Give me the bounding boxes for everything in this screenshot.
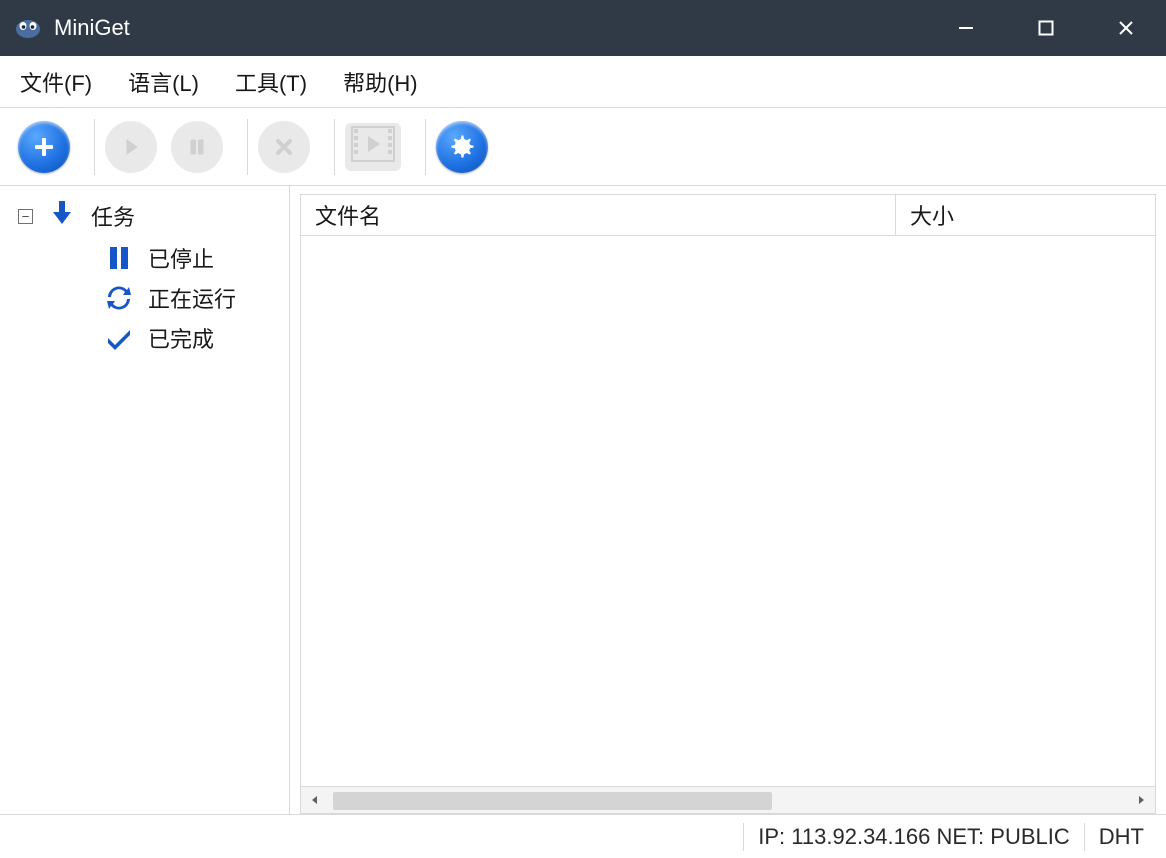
menu-help[interactable]: 帮助(H) xyxy=(343,66,418,98)
status-bar: IP: 113.92.34.166 NET: PUBLIC DHT xyxy=(0,814,1166,858)
pause-icon xyxy=(104,245,134,271)
tree-root-label: 任务 xyxy=(91,200,135,232)
minimize-button[interactable] xyxy=(926,0,1006,56)
ip-value: 113.92.34.166 xyxy=(791,824,930,849)
column-size[interactable]: 大小 xyxy=(896,195,1155,235)
content-area: − 任务 已停止 正在运行 已 xyxy=(0,186,1166,814)
net-value: PUBLIC xyxy=(990,824,1069,849)
window-controls xyxy=(926,0,1166,56)
download-arrow-icon xyxy=(47,198,77,234)
task-list-panel: 文件名 大小 xyxy=(290,186,1166,814)
film-icon xyxy=(351,126,395,167)
close-button[interactable] xyxy=(1086,0,1166,56)
menu-file[interactable]: 文件(F) xyxy=(20,66,92,98)
tree-item-running[interactable]: 正在运行 xyxy=(104,278,289,318)
toolbar-separator xyxy=(94,119,95,175)
statusbar-separator xyxy=(1084,823,1085,851)
toolbar-separator xyxy=(425,119,426,175)
tree-item-label: 已完成 xyxy=(148,322,214,354)
toolbar-separator xyxy=(247,119,248,175)
window-title: MiniGet xyxy=(54,15,130,41)
toolbar xyxy=(0,108,1166,186)
status-dht: DHT xyxy=(1099,824,1144,850)
play-icon xyxy=(120,136,142,158)
pause-button[interactable] xyxy=(171,121,223,173)
collapse-icon[interactable]: − xyxy=(18,209,33,224)
refresh-icon xyxy=(104,285,134,311)
scroll-right-button[interactable] xyxy=(1127,787,1155,813)
maximize-button[interactable] xyxy=(1006,0,1086,56)
x-icon xyxy=(273,136,295,158)
cancel-button[interactable] xyxy=(258,121,310,173)
tree-item-completed[interactable]: 已完成 xyxy=(104,318,289,358)
video-preview-button[interactable] xyxy=(345,123,401,171)
tree-item-label: 已停止 xyxy=(148,242,214,274)
check-icon xyxy=(104,326,134,350)
menu-tools[interactable]: 工具(T) xyxy=(235,66,307,98)
sidebar-tree: − 任务 已停止 正在运行 已 xyxy=(0,186,290,814)
app-icon xyxy=(14,16,42,40)
scrollbar-track[interactable] xyxy=(329,787,1127,813)
tree-root-tasks[interactable]: − 任务 xyxy=(18,196,289,236)
tree-item-label: 正在运行 xyxy=(148,282,236,314)
settings-button[interactable] xyxy=(436,121,488,173)
column-label: 文件名 xyxy=(315,199,381,231)
status-ip: IP: 113.92.34.166 NET: PUBLIC xyxy=(758,824,1070,850)
start-button[interactable] xyxy=(105,121,157,173)
column-label: 大小 xyxy=(910,199,954,231)
list-body[interactable] xyxy=(300,236,1156,786)
list-header: 文件名 大小 xyxy=(300,194,1156,236)
statusbar-separator xyxy=(743,823,744,851)
tree-item-stopped[interactable]: 已停止 xyxy=(104,238,289,278)
menu-bar: 文件(F) 语言(L) 工具(T) 帮助(H) xyxy=(0,56,1166,108)
toolbar-separator xyxy=(334,119,335,175)
ip-label: IP: xyxy=(758,824,785,849)
title-bar: MiniGet xyxy=(0,0,1166,56)
pause-icon xyxy=(186,136,208,158)
menu-language[interactable]: 语言(L) xyxy=(128,66,199,98)
column-filename[interactable]: 文件名 xyxy=(301,195,896,235)
horizontal-scrollbar[interactable] xyxy=(300,786,1156,814)
scrollbar-thumb[interactable] xyxy=(333,792,772,810)
add-task-button[interactable] xyxy=(18,121,70,173)
scroll-left-button[interactable] xyxy=(301,787,329,813)
plus-icon xyxy=(31,134,57,160)
gear-icon xyxy=(448,133,476,161)
net-label: NET: xyxy=(936,824,984,849)
